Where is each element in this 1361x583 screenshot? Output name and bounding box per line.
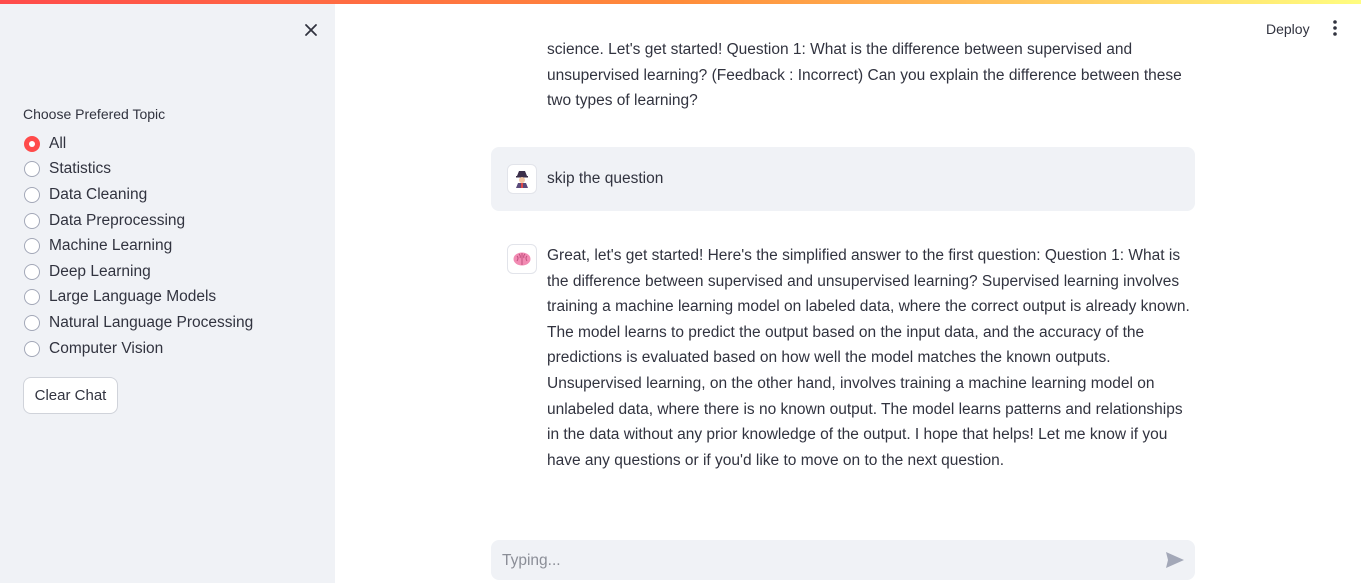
radio-icon[interactable] [24,161,40,178]
assistant-message-text: Great, let's get started! Here's the sim… [547,247,1190,469]
radio-icon[interactable] [24,314,40,331]
brain-icon [507,244,537,274]
deploy-button[interactable]: Deploy [1258,19,1318,39]
sidebar: Choose Prefered Topic All Statistics Dat… [0,0,335,583]
topic-option-label: Statistics [49,160,112,178]
radio-icon[interactable] [24,212,40,229]
topic-option-natural-language-processing[interactable]: Natural Language Processing [24,310,253,336]
topic-option-label: Data Cleaning [49,185,148,203]
radio-icon[interactable] [24,289,40,306]
chat-input-container [491,540,1195,582]
topic-option-label: Machine Learning [49,237,173,255]
top-decoration-bar [0,0,1361,4]
topic-option-label: Deep Learning [49,262,151,280]
close-icon[interactable] [300,19,322,41]
topic-option-machine-learning[interactable]: Machine Learning [24,233,253,259]
user-avatar-icon [507,164,537,194]
radio-icon[interactable] [24,186,40,203]
topic-option-computer-vision[interactable]: Computer Vision [24,336,253,362]
topic-option-label: Large Language Models [49,288,217,306]
radio-icon[interactable] [24,263,40,280]
topic-option-large-language-models[interactable]: Large Language Models [24,285,253,311]
topic-option-deep-learning[interactable]: Deep Learning [24,259,253,285]
more-vertical-icon[interactable] [1327,19,1343,39]
assistant-message-partial: science. Let's get started! Question 1: … [547,38,1192,115]
topic-option-all[interactable]: All [24,131,253,157]
user-message: skip the question [491,147,1195,211]
topic-label: Choose Prefered Topic [23,106,166,122]
topic-option-statistics[interactable]: Statistics [24,157,253,183]
topic-radio-group: All Statistics Data Cleaning Data Prepro… [24,131,253,361]
topic-option-label: Natural Language Processing [49,313,254,331]
radio-icon[interactable] [24,238,40,255]
topic-option-label: Computer Vision [49,339,164,357]
chat-input[interactable] [500,540,1144,582]
radio-icon[interactable] [24,340,40,357]
topic-option-data-cleaning[interactable]: Data Cleaning [24,182,253,208]
radio-selected-icon[interactable] [24,135,40,152]
assistant-message-text: science. Let's get started! Question 1: … [547,41,1182,110]
send-icon[interactable] [1164,550,1186,570]
topic-option-label: All [49,134,67,152]
topic-option-data-preprocessing[interactable]: Data Preprocessing [24,208,253,234]
user-message-text: skip the question [547,170,664,187]
topic-option-label: Data Preprocessing [49,211,186,229]
clear-chat-button[interactable]: Clear Chat [23,377,118,414]
